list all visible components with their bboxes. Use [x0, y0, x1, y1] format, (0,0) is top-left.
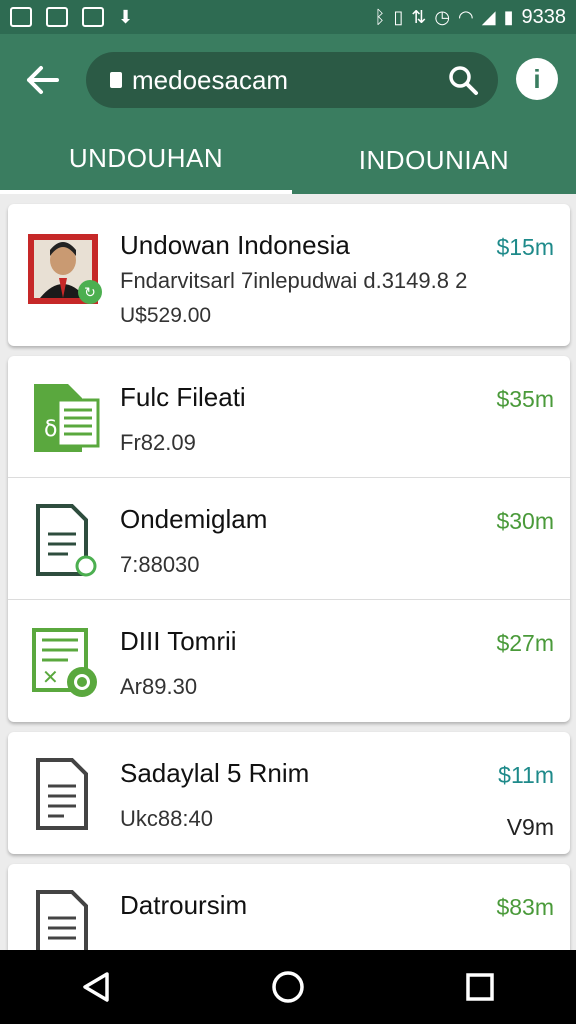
item-title: DIII Tomrii [120, 626, 237, 656]
item-title: Datroursim [120, 890, 248, 920]
alarm-icon: ◷ [434, 7, 451, 27]
image-notification-icon [10, 7, 32, 27]
tab-bar: UNDOUHAN INDOUNIAN [0, 126, 576, 194]
signal-icon: ◢ [481, 7, 496, 27]
svg-text:δ: δ [44, 417, 57, 442]
list-card: ↻ Undowan Indonesia Fndarvitsarl 7inlepu… [8, 204, 570, 346]
item-extra: V9m [506, 814, 554, 840]
item-subtitle: Ar89.30 [120, 674, 198, 699]
item-subtitle-2: U$529.00 [120, 304, 212, 327]
search-icon[interactable] [446, 63, 480, 97]
item-subtitle: Fndarvitsarl 7inlepudwai d.3149.8 2 [120, 268, 468, 293]
list-card: Sadaylal 5 Rnim Ukc88:40 $11m V9m [8, 732, 570, 854]
profile-info-icon[interactable]: i [516, 58, 558, 100]
item-price: $35m [496, 386, 554, 412]
search-input[interactable]: medoesacam [132, 65, 446, 96]
item-price: $30m [496, 508, 554, 534]
tab-indounian[interactable]: INDOUNIAN [292, 126, 576, 194]
camera-notification-icon [46, 7, 68, 27]
list-item[interactable]: Sadaylal 5 Rnim Ukc88:40 $11m V9m [8, 732, 570, 854]
home-circle-icon[interactable] [258, 957, 318, 1017]
item-subtitle: Ukc88:40 [120, 806, 213, 831]
list-card: δ Fulc Fileati Fr82.09 $35m Ondemiglam 7… [8, 356, 570, 722]
data-icon: ⇅ [411, 7, 427, 27]
text-file-icon [28, 758, 104, 834]
search-bar[interactable]: medoesacam [86, 52, 498, 108]
download-list: ↻ Undowan Indonesia Fndarvitsarl 7inlepu… [8, 204, 570, 996]
item-price: $27m [496, 630, 554, 656]
item-title: Sadaylal 5 Rnim [120, 758, 310, 788]
status-time: 9338 [521, 5, 567, 28]
list-item[interactable]: δ Fulc Fileati Fr82.09 $35m [8, 356, 570, 478]
status-bar: ⬇ ᛒ ▯ ⇅ ◷ ◠ ◢ ▮ 9338 [0, 0, 576, 34]
wifi-icon: ◠ [458, 7, 474, 27]
app-bar: medoesacam i UNDOUHAN INDOUNIAN [0, 34, 576, 194]
excel-file-icon: ✕ [28, 626, 104, 702]
item-title: Undowan Indonesia [120, 230, 350, 260]
item-title: Ondemiglam [120, 504, 268, 534]
lock-icon [110, 72, 122, 88]
item-subtitle: 7:88030 [120, 552, 200, 577]
item-price: $15m [496, 234, 554, 260]
recents-square-icon[interactable] [450, 957, 510, 1017]
profile-photo-icon: ↻ [28, 230, 104, 306]
message-notification-icon [82, 7, 104, 27]
back-triangle-icon[interactable] [66, 957, 126, 1017]
item-price: $83m [496, 894, 554, 920]
svg-text:✕: ✕ [42, 665, 59, 689]
vibrate-icon: ▯ [393, 7, 404, 27]
list-item[interactable]: Ondemiglam 7:88030 $30m [8, 478, 570, 600]
svg-text:↻: ↻ [84, 285, 96, 301]
item-subtitle: Fr82.09 [120, 430, 196, 455]
item-price: $11m [498, 762, 554, 788]
list-item[interactable]: ✕ DIII Tomrii Ar89.30 $27m [8, 600, 570, 722]
navigation-bar [0, 950, 576, 1024]
list-item[interactable]: ↻ Undowan Indonesia Fndarvitsarl 7inlepu… [8, 204, 570, 346]
back-arrow-icon[interactable] [20, 58, 64, 102]
spreadsheet-file-icon: δ [28, 382, 104, 458]
tab-undouhan[interactable]: UNDOUHAN [0, 126, 292, 194]
bluetooth-icon: ᛒ [374, 7, 386, 27]
item-title: Fulc Fileati [120, 382, 246, 412]
battery-icon: ▮ [503, 7, 514, 27]
download-icon: ⬇ [118, 7, 134, 27]
document-file-icon [28, 504, 104, 580]
